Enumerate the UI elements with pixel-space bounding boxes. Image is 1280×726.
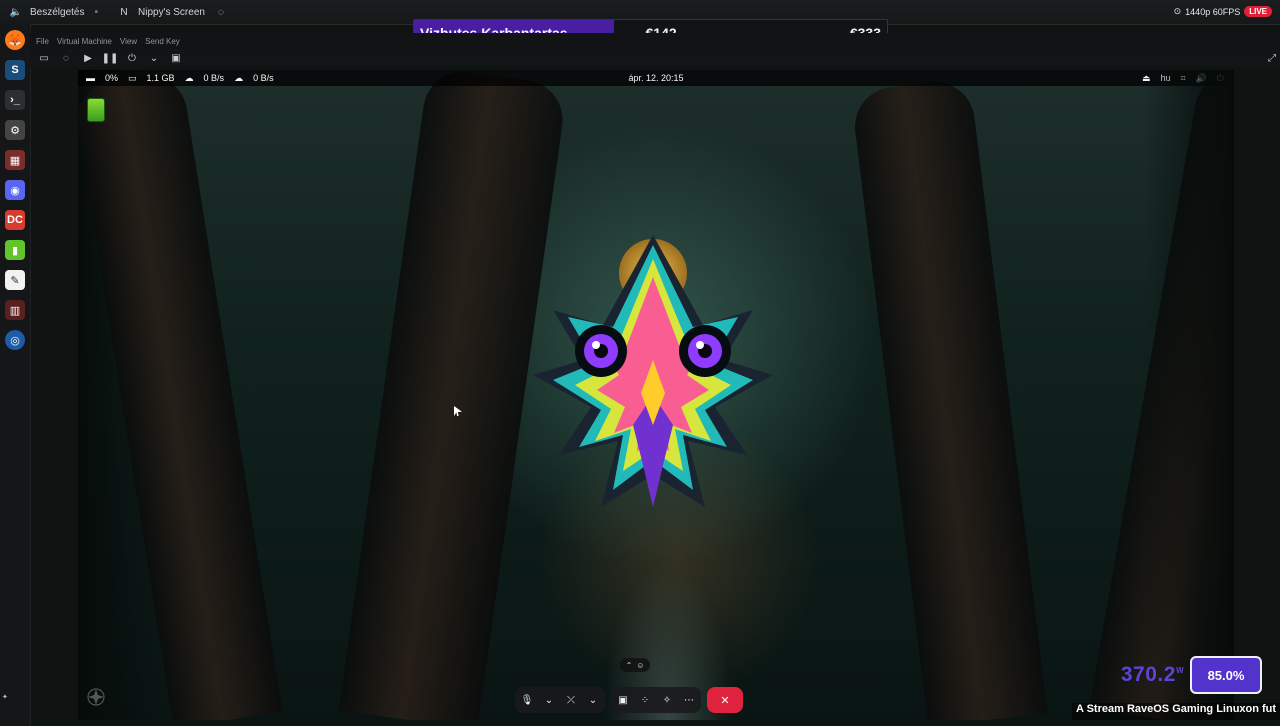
terminal-icon[interactable]: ›_ bbox=[5, 90, 25, 110]
settings-icon[interactable]: ⚙ bbox=[5, 120, 25, 140]
more-options-icon[interactable]: ⋯ bbox=[683, 694, 695, 706]
chevron-down-icon[interactable]: ⌄ bbox=[543, 694, 555, 706]
record-icon: ⊙ bbox=[1173, 6, 1182, 16]
chevron-down-icon[interactable]: ⌄ bbox=[587, 694, 599, 706]
power-draw-value: 370.2 bbox=[1120, 663, 1176, 686]
host-user-corner: ✦ bbox=[2, 693, 8, 701]
participant-icon[interactable]: ☺ bbox=[636, 661, 644, 670]
menu-file[interactable]: File bbox=[36, 37, 49, 46]
volume-icon[interactable]: 🔊 bbox=[1196, 73, 1207, 84]
call-control-bar: 🎙 ⌄ ⤫ ⌄ ▣ ⁘ ✧ ⋯ ✕ bbox=[515, 682, 765, 718]
eject-icon[interactable]: ⏏ bbox=[1142, 73, 1151, 84]
menu-view[interactable]: View bbox=[120, 37, 137, 46]
chevron-down-icon[interactable]: ⌄ bbox=[148, 52, 160, 64]
desktop-file-icon[interactable] bbox=[87, 98, 105, 122]
power-icon[interactable]: ⏻ bbox=[126, 52, 138, 64]
chevron-up-icon[interactable]: ⌃ bbox=[626, 661, 633, 670]
bulb-icon[interactable]: ◌ bbox=[60, 52, 72, 64]
avatar-icon: ◌ bbox=[217, 6, 224, 18]
activities-icon[interactable]: ⁘ bbox=[639, 694, 651, 706]
call-expand-pill[interactable]: ⌃ ☺ bbox=[620, 658, 650, 672]
dc-icon[interactable]: DC bbox=[5, 210, 25, 230]
menu-send-key[interactable]: Send Key bbox=[145, 37, 180, 46]
snapshot-icon[interactable]: ▣ bbox=[170, 52, 182, 64]
power-icon[interactable]: ⏻ bbox=[1217, 73, 1224, 84]
user-avatar-icon[interactable]: ✦ bbox=[2, 693, 8, 701]
tree-right-1 bbox=[850, 77, 1048, 720]
pause-icon[interactable]: ❚❚ bbox=[102, 52, 119, 64]
play-icon[interactable]: ▶ bbox=[82, 52, 94, 64]
live-badge: LIVE bbox=[1244, 6, 1272, 17]
n-app-icon: N bbox=[120, 6, 128, 18]
network-icon[interactable]: ⌗ bbox=[1181, 73, 1186, 84]
performance-overlay: 370.2W 85.0% bbox=[1121, 656, 1262, 694]
tree-left-1 bbox=[78, 70, 283, 720]
ram-icon[interactable]: ▦ bbox=[5, 150, 25, 170]
screen-share-icon[interactable]: ▣ bbox=[617, 694, 629, 706]
camera-off-icon[interactable]: ⤫ bbox=[565, 694, 577, 706]
notes-icon[interactable]: ✎ bbox=[5, 270, 25, 290]
tab-screen[interactable]: Nippy's Screen bbox=[138, 7, 205, 18]
tab-call[interactable]: Beszélgetés bbox=[30, 7, 84, 18]
soundboard-icon[interactable]: ✧ bbox=[661, 694, 673, 706]
stream-status: ⊙ 1440p 60FPS LIVE bbox=[1174, 6, 1272, 17]
files-icon[interactable]: ▮ bbox=[5, 240, 25, 260]
memory-icon[interactable]: ▥ bbox=[5, 300, 25, 320]
power-draw-indicator: 370.2W bbox=[1121, 663, 1184, 687]
speaker-icon[interactable]: 🔈 bbox=[8, 4, 24, 20]
guest-screen[interactable]: ▬ 0% ▭ 1.1 GB ☁ 0 B/s ☁ 0 B/s ápr. 12. 2… bbox=[78, 70, 1234, 720]
stream-quality: 1440p 60FPS bbox=[1185, 6, 1241, 17]
guest-top-panel: ▬ 0% ▭ 1.1 GB ☁ 0 B/s ☁ 0 B/s ápr. 12. 2… bbox=[78, 70, 1234, 86]
keyboard-layout[interactable]: hu bbox=[1161, 73, 1171, 83]
raveos-logo bbox=[87, 688, 105, 706]
gpu-usage-badge: 85.0% bbox=[1190, 656, 1262, 694]
mic-camera-controls: 🎙 ⌄ ⤫ ⌄ bbox=[515, 687, 605, 713]
discord-icon[interactable]: ◉ bbox=[5, 180, 25, 200]
stream-ticker: A Stream RaveOS Gaming Linuxon fut bbox=[1072, 703, 1280, 720]
leave-call-button[interactable]: ✕ bbox=[707, 687, 743, 713]
guest-datetime[interactable]: ápr. 12. 20:15 bbox=[78, 73, 1234, 83]
fullscreen-icon[interactable]: ⤢ bbox=[1266, 52, 1278, 64]
power-draw-unit: W bbox=[1175, 666, 1184, 675]
steam-icon[interactable]: S bbox=[5, 60, 25, 80]
tree-right-2 bbox=[1089, 70, 1234, 720]
microphone-icon[interactable]: 🎙 bbox=[521, 694, 534, 706]
monitor-icon[interactable]: ▭ bbox=[38, 52, 50, 64]
software-icon[interactable]: ◎ bbox=[5, 330, 25, 350]
vm-menubar: File Virtual Machine View Send Key bbox=[30, 33, 1280, 49]
vm-toolbar: ▭ ◌ ▶ ❚❚ ⏻ ⌄ ▣ ⤢ bbox=[30, 49, 1280, 67]
owl-artwork bbox=[533, 235, 773, 507]
menu-virtual-machine[interactable]: Virtual Machine bbox=[57, 37, 112, 46]
screen-actions: ▣ ⁘ ✧ ⋯ bbox=[611, 687, 701, 713]
left-dock: 🦊 S ›_ ⚙ ▦ ◉ DC ▮ ✎ ▥ ◎ bbox=[0, 24, 31, 726]
firefox-icon[interactable]: 🦊 bbox=[5, 30, 25, 50]
tab-separator: • bbox=[94, 6, 98, 18]
